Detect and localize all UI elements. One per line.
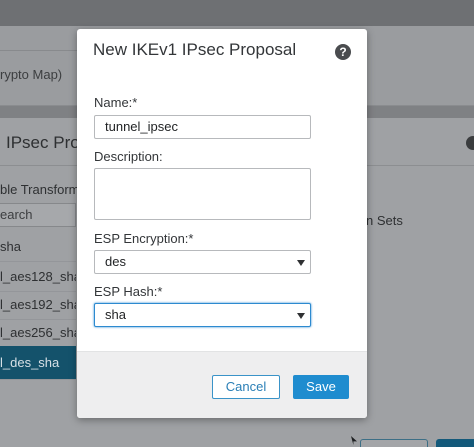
background-sets-label: n Sets — [366, 213, 403, 228]
esp-hash-select[interactable]: sha — [94, 303, 311, 327]
background-crypto-map-text: rypto Map) — [0, 67, 63, 82]
chevron-down-icon — [297, 313, 305, 319]
name-label: Name:* — [94, 95, 138, 110]
esp-encryption-select[interactable]: des — [94, 250, 311, 274]
background-divider — [0, 50, 80, 51]
background-ok-button — [436, 439, 474, 447]
background-cancel-button — [360, 439, 428, 447]
esp-encryption-label: ESP Encryption:* — [94, 231, 194, 246]
esp-encryption-value: des — [105, 254, 126, 269]
chevron-down-icon — [297, 260, 305, 266]
dialog-title: New IKEv1 IPsec Proposal — [93, 40, 297, 59]
description-label: Description: — [94, 149, 163, 164]
dialog-footer: Cancel Save — [77, 351, 367, 418]
dialog-header: New IKEv1 IPsec Proposal ? — [77, 29, 367, 76]
background-ipsec-title: IPsec Pro — [6, 133, 80, 152]
background-transform-label: ble Transform — [0, 182, 80, 197]
background-help-icon — [466, 136, 474, 150]
name-input[interactable]: tunnel_ipsec — [94, 115, 311, 139]
help-icon[interactable]: ? — [335, 44, 351, 60]
esp-hash-value: sha — [105, 307, 126, 322]
background-top-bar — [0, 0, 474, 26]
background-search-placeholder: earch — [0, 207, 33, 222]
background-list-item: l_aes192_sha — [0, 290, 76, 320]
esp-hash-label: ESP Hash:* — [94, 284, 163, 299]
save-button[interactable]: Save — [293, 375, 349, 399]
ipsec-proposal-dialog: New IKEv1 IPsec Proposal ? Name:* tunnel… — [77, 29, 367, 418]
background-list-item: l_aes128_sha — [0, 262, 76, 292]
background-list-item: l_aes256_sha — [0, 318, 76, 348]
background-list-item: sha — [0, 232, 76, 262]
description-textarea[interactable] — [94, 168, 311, 220]
cancel-button[interactable]: Cancel — [212, 375, 280, 399]
background-list-item-selected: l_des_sha — [0, 346, 76, 380]
